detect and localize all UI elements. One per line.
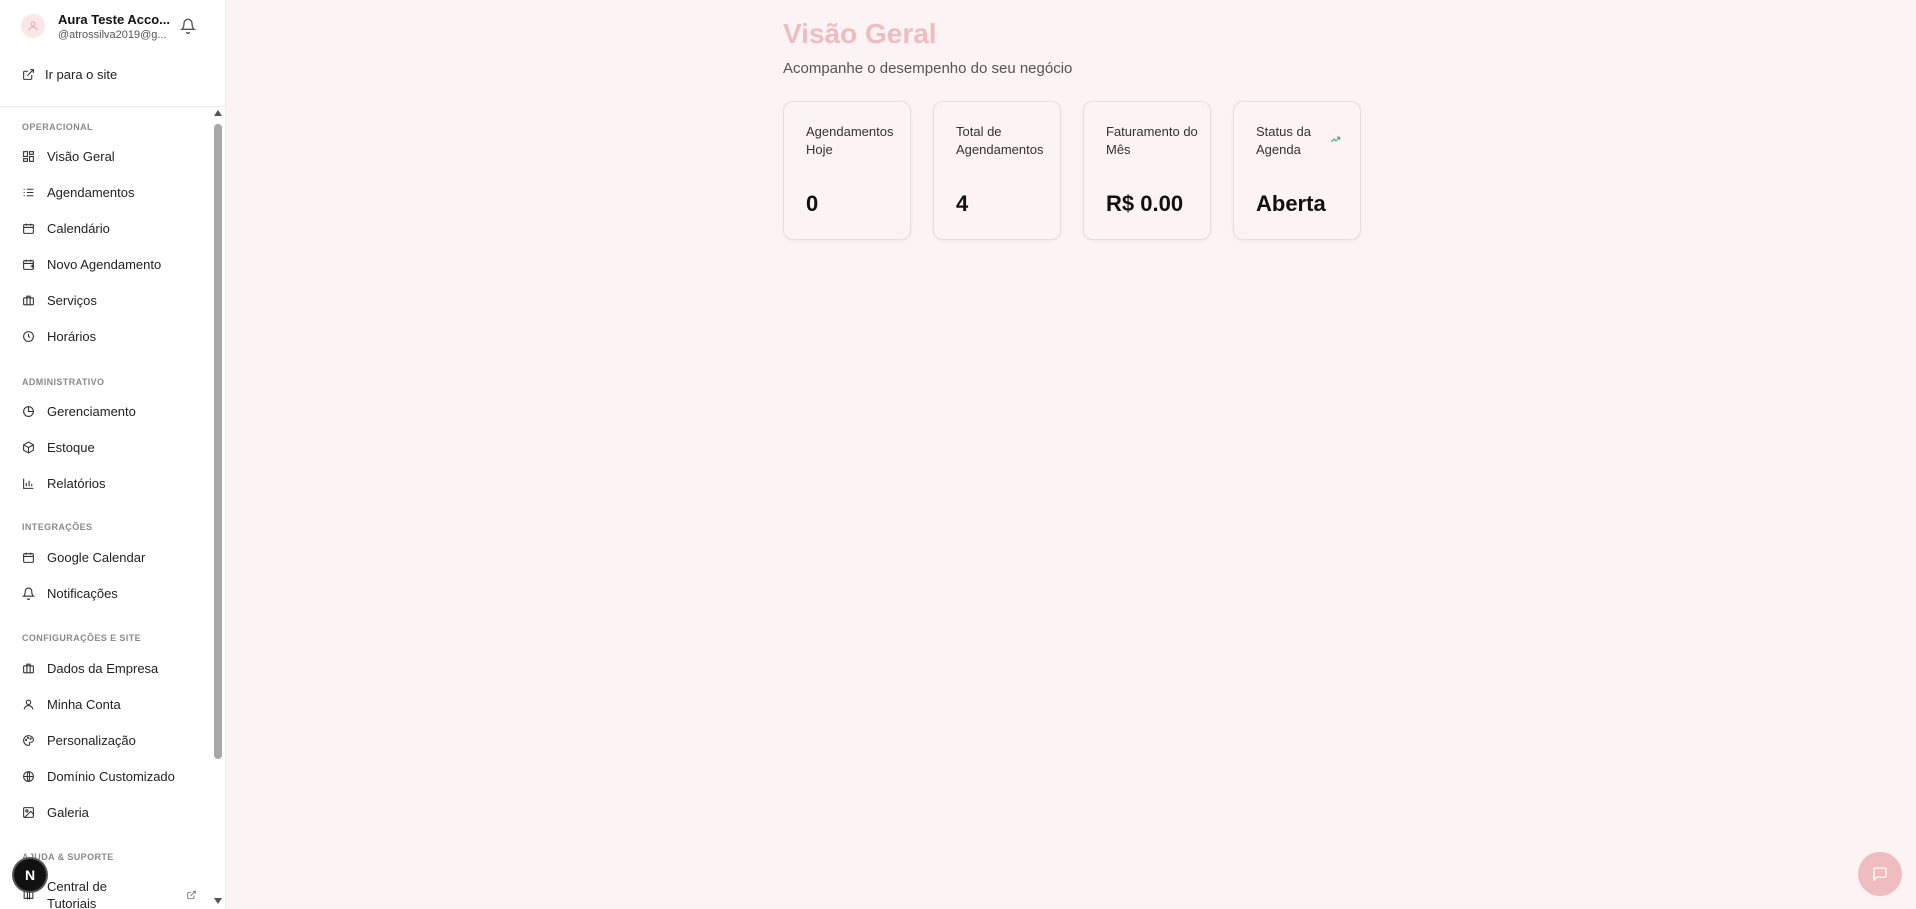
sidebar-item-estoque[interactable]: Estoque [22,437,207,457]
section-label-config: CONFIGURAÇÕES E SITE [22,633,142,643]
profile-email: @atrossilva2019@g... [58,29,167,41]
external-link-icon [23,68,34,80]
scroll-down-arrow-icon[interactable] [214,898,222,904]
stat-card-agendamentos-hoje: Agendamentos Hoje 0 [783,101,911,240]
page-subtitle: Acompanhe o desempenho do seu negócio [783,60,1073,77]
user-icon [23,699,34,709]
sidebar-item-label: Relatórios [47,475,106,491]
chat-icon [1873,867,1887,882]
section-label-administrativo: ADMINISTRATIVO [22,377,105,387]
globe-icon [23,770,34,782]
scrollbar-thumb[interactable] [214,124,222,759]
sidebar-item-relatorios[interactable]: Relatórios [22,473,207,493]
external-link-icon [187,890,196,900]
section-label-integracoes: INTEGRAÇÕES [22,522,93,532]
sidebar-item-label: Domínio Customizado [47,768,175,784]
sidebar-item-dados-empresa[interactable]: Dados da Empresa [22,658,207,678]
sidebar-item-agendamentos[interactable]: Agendamentos [22,182,207,202]
pie-chart-icon [23,405,34,417]
sidebar-item-dominio[interactable]: Domínio Customizado [22,766,207,786]
calendar-plus-icon [23,259,34,270]
sidebar-item-label: Notificações [47,585,118,601]
go-to-site-label: Ir para o site [45,66,118,82]
sidebar-item-galeria[interactable]: Galeria [22,802,207,822]
section-label-operacional: OPERACIONAL [22,122,93,132]
user-avatar-icon [21,14,45,38]
bell-icon[interactable] [180,18,196,34]
sidebar: Aura Teste Acco... @atrossilva2019@g... … [0,0,226,909]
card-value: Aberta [1256,191,1326,216]
sidebar-item-label: Agendamentos [47,184,135,200]
sidebar-item-label: Calendário [47,220,110,236]
profile-name: Aura Teste Acco... [58,12,170,27]
calendar-icon [23,223,34,234]
sidebar-item-calendario[interactable]: Calendário [22,218,207,238]
sidebar-nav: OPERACIONAL Visão Geral Agendamentos Cal… [0,107,210,909]
sidebar-item-tutoriais[interactable]: Central de Tutoriais [22,878,207,909]
bar-chart-icon [23,478,34,489]
card-label: Faturamento do Mês [1106,124,1198,157]
list-check-icon [23,188,34,196]
sidebar-item-label: Personalização [47,732,136,748]
stat-card-status-agenda: Status da Agenda Aberta [1233,101,1361,240]
stat-card-total-agendamentos: Total de Agendamentos 4 [933,101,1061,240]
card-label: Total de Agendamentos [956,124,1044,157]
sidebar-item-label: Minha Conta [47,696,121,712]
sidebar-item-label: Novo Agendamento [47,256,162,272]
go-to-site-link[interactable]: Ir para o site [22,65,117,83]
briefcase-icon [23,663,34,673]
sidebar-item-notificacoes[interactable]: Notificações [22,583,207,603]
sidebar-item-label: Galeria [47,804,89,820]
card-value: 0 [806,191,819,216]
sidebar-item-label: Visão Geral [47,148,115,164]
package-icon [23,440,34,454]
clock-icon [23,330,34,342]
stat-card-faturamento: Faturamento do Mês R$ 0.00 [1083,101,1211,240]
sidebar-item-minha-conta[interactable]: Minha Conta [22,694,207,714]
sidebar-item-horarios[interactable]: Horários [22,326,207,346]
card-label: Status da Agenda [1256,124,1311,157]
briefcase-icon [23,295,34,305]
scroll-up-arrow-icon[interactable] [214,110,222,116]
sidebar-item-visao-geral[interactable]: Visão Geral [22,146,207,166]
sidebar-item-label: Horários [47,328,97,344]
sidebar-item-label: Gerenciamento [47,403,136,419]
palette-icon [23,734,34,746]
dashboard-icon [23,150,34,162]
chat-button[interactable] [1858,852,1902,896]
sidebar-scrollbar[interactable] [212,107,224,909]
sidebar-item-google-calendar[interactable]: Google Calendar [22,547,207,567]
sidebar-item-servicos[interactable]: Serviços [22,290,207,310]
profile-header[interactable]: Aura Teste Acco... @atrossilva2019@g... [0,0,226,54]
sidebar-item-novo-agendamento[interactable]: Novo Agendamento [22,254,207,274]
next-dev-badge[interactable]: N [14,859,46,891]
sidebar-item-label: Dados da Empresa [47,660,159,676]
page-title: Visão Geral [783,18,937,49]
sidebar-item-label: Google Calendar [47,549,146,565]
image-icon [23,806,34,818]
bell-icon [22,587,35,600]
card-label: Agendamentos Hoje [806,124,894,157]
sidebar-item-label: Serviços [47,292,97,308]
card-value: R$ 0.00 [1106,191,1184,216]
sidebar-item-label: Estoque [47,439,95,455]
trending-up-icon [1330,136,1341,143]
card-value: 4 [956,191,969,216]
sidebar-item-gerenciamento[interactable]: Gerenciamento [22,401,207,421]
calendar-icon [23,552,34,563]
sidebar-item-personalizacao[interactable]: Personalização [22,730,207,750]
sidebar-item-label: Central de Tutoriais [47,879,107,909]
